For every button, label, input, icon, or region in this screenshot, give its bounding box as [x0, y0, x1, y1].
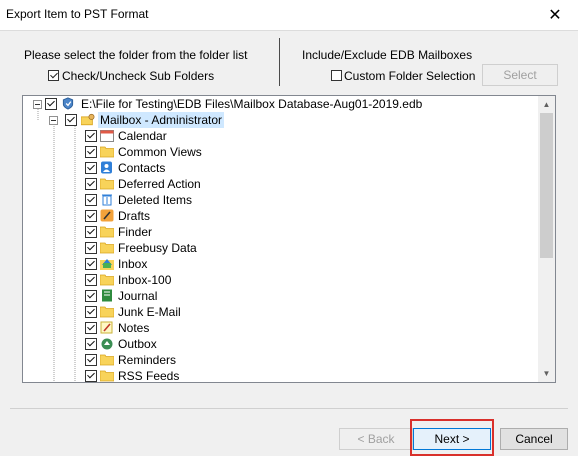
scroll-down-icon[interactable]: ▼: [538, 365, 555, 382]
folder-icon: [99, 273, 115, 286]
back-button[interactable]: < Back: [339, 428, 413, 450]
folder-checkbox[interactable]: [85, 258, 97, 270]
folder-label: Journal: [118, 289, 158, 303]
folder-label: Freebusy Data: [118, 241, 197, 255]
tree-folder-row[interactable]: Deleted Items: [23, 192, 523, 208]
folder-tree[interactable]: E:\File for Testing\EDB Files\Mailbox Da…: [22, 95, 556, 383]
folder-label: Common Views: [118, 145, 202, 159]
folder-checkbox[interactable]: [85, 130, 97, 142]
folder-label: Inbox-100: [118, 273, 172, 287]
window-title: Export Item to PST Format: [6, 7, 149, 21]
tree-folder-row[interactable]: Common Views: [23, 144, 523, 160]
tree-folder-row[interactable]: Inbox: [23, 256, 523, 272]
folder-label: Reminders: [118, 353, 177, 367]
tree-mailbox-row[interactable]: Mailbox - Administrator: [23, 112, 523, 128]
folder-label: Inbox: [118, 257, 148, 271]
trash-icon: [100, 193, 114, 206]
collapse-icon[interactable]: [49, 116, 58, 125]
close-icon[interactable]: ✕: [532, 0, 578, 30]
scroll-up-icon[interactable]: ▲: [538, 96, 555, 113]
tree-root-row[interactable]: E:\File for Testing\EDB Files\Mailbox Da…: [23, 96, 523, 112]
folder-checkbox[interactable]: [85, 242, 97, 254]
mailbox-user-icon: [81, 113, 95, 126]
notes-icon: [100, 321, 114, 334]
folder-label: Drafts: [118, 209, 151, 223]
folder-instruction: Please select the folder from the folder…: [24, 48, 248, 62]
calendar-icon: [100, 129, 114, 142]
folder-label: RSS Feeds: [118, 369, 180, 383]
folder-checkbox[interactable]: [85, 322, 97, 334]
tree-folder-row[interactable]: Outbox: [23, 336, 523, 352]
folder-label: Notes: [118, 321, 150, 335]
tree-folder-row[interactable]: Finder: [23, 224, 523, 240]
contacts-icon: [100, 161, 114, 174]
mailbox-heading: Include/Exclude EDB Mailboxes: [302, 48, 473, 62]
folder-icon: [99, 353, 115, 366]
tree-folder-row[interactable]: Notes: [23, 320, 523, 336]
folder-checkbox[interactable]: [85, 162, 97, 174]
folder-checkbox[interactable]: [85, 146, 97, 158]
custom-folder-label[interactable]: Custom Folder Selection: [344, 69, 475, 83]
journal-icon: [100, 289, 114, 302]
folder-icon: [99, 145, 115, 158]
folder-icon: [99, 369, 115, 382]
drafts-icon: [100, 209, 114, 222]
tree-folder-row[interactable]: Drafts: [23, 208, 523, 224]
folder-checkbox[interactable]: [85, 290, 97, 302]
folder-checkbox[interactable]: [85, 178, 97, 190]
subfolders-checkbox[interactable]: [48, 70, 59, 81]
title-divider: [0, 30, 578, 31]
mailbox-label[interactable]: Mailbox - Administrator: [98, 112, 225, 128]
inbox-icon: [100, 257, 114, 270]
folder-checkbox[interactable]: [85, 274, 97, 286]
folder-icon: [99, 241, 115, 254]
collapse-icon[interactable]: [33, 100, 42, 109]
folder-label: Outbox: [118, 337, 157, 351]
tree-folder-row[interactable]: Journal: [23, 288, 523, 304]
footer-divider: [10, 408, 568, 409]
scroll-thumb[interactable]: [540, 113, 553, 258]
folder-checkbox[interactable]: [85, 226, 97, 238]
cancel-button[interactable]: Cancel: [500, 428, 568, 450]
folder-checkbox[interactable]: [85, 194, 97, 206]
select-button[interactable]: Select: [482, 64, 558, 86]
folder-checkbox[interactable]: [85, 306, 97, 318]
header-separator: [279, 38, 280, 86]
tree-scrollbar[interactable]: ▲ ▼: [538, 96, 555, 382]
title-bar: Export Item to PST Format ✕: [0, 0, 578, 30]
subfolders-label[interactable]: Check/Uncheck Sub Folders: [62, 69, 214, 83]
tree-folder-row[interactable]: Junk E-Mail: [23, 304, 523, 320]
tree-folder-row[interactable]: Inbox-100: [23, 272, 523, 288]
tree-folder-row[interactable]: Deferred Action: [23, 176, 523, 192]
folder-label: Deleted Items: [118, 193, 193, 207]
folder-checkbox[interactable]: [85, 370, 97, 382]
folder-icon: [99, 225, 115, 238]
root-checkbox[interactable]: [45, 98, 57, 110]
next-button[interactable]: Next >: [413, 428, 491, 450]
folder-label: Calendar: [118, 129, 167, 143]
tree-folder-row[interactable]: RSS Feeds: [23, 368, 523, 383]
outbox-icon: [100, 337, 114, 350]
tree-folder-row[interactable]: Contacts: [23, 160, 523, 176]
folder-icon: [99, 305, 115, 318]
folder-label: Deferred Action: [118, 177, 201, 191]
mailbox-checkbox[interactable]: [65, 114, 77, 126]
folder-label: Contacts: [118, 161, 166, 175]
folder-label: Junk E-Mail: [118, 305, 181, 319]
folder-icon: [99, 177, 115, 190]
folder-checkbox[interactable]: [85, 338, 97, 350]
tree-folder-row[interactable]: Reminders: [23, 352, 523, 368]
custom-folder-checkbox[interactable]: [331, 70, 342, 81]
folder-checkbox[interactable]: [85, 354, 97, 366]
database-icon: [62, 97, 74, 110]
tree-folder-row[interactable]: Freebusy Data: [23, 240, 523, 256]
tree-folder-row[interactable]: Calendar: [23, 128, 523, 144]
folder-checkbox[interactable]: [85, 210, 97, 222]
folder-label: Finder: [118, 225, 153, 239]
root-path-label: E:\File for Testing\EDB Files\Mailbox Da…: [81, 97, 423, 111]
